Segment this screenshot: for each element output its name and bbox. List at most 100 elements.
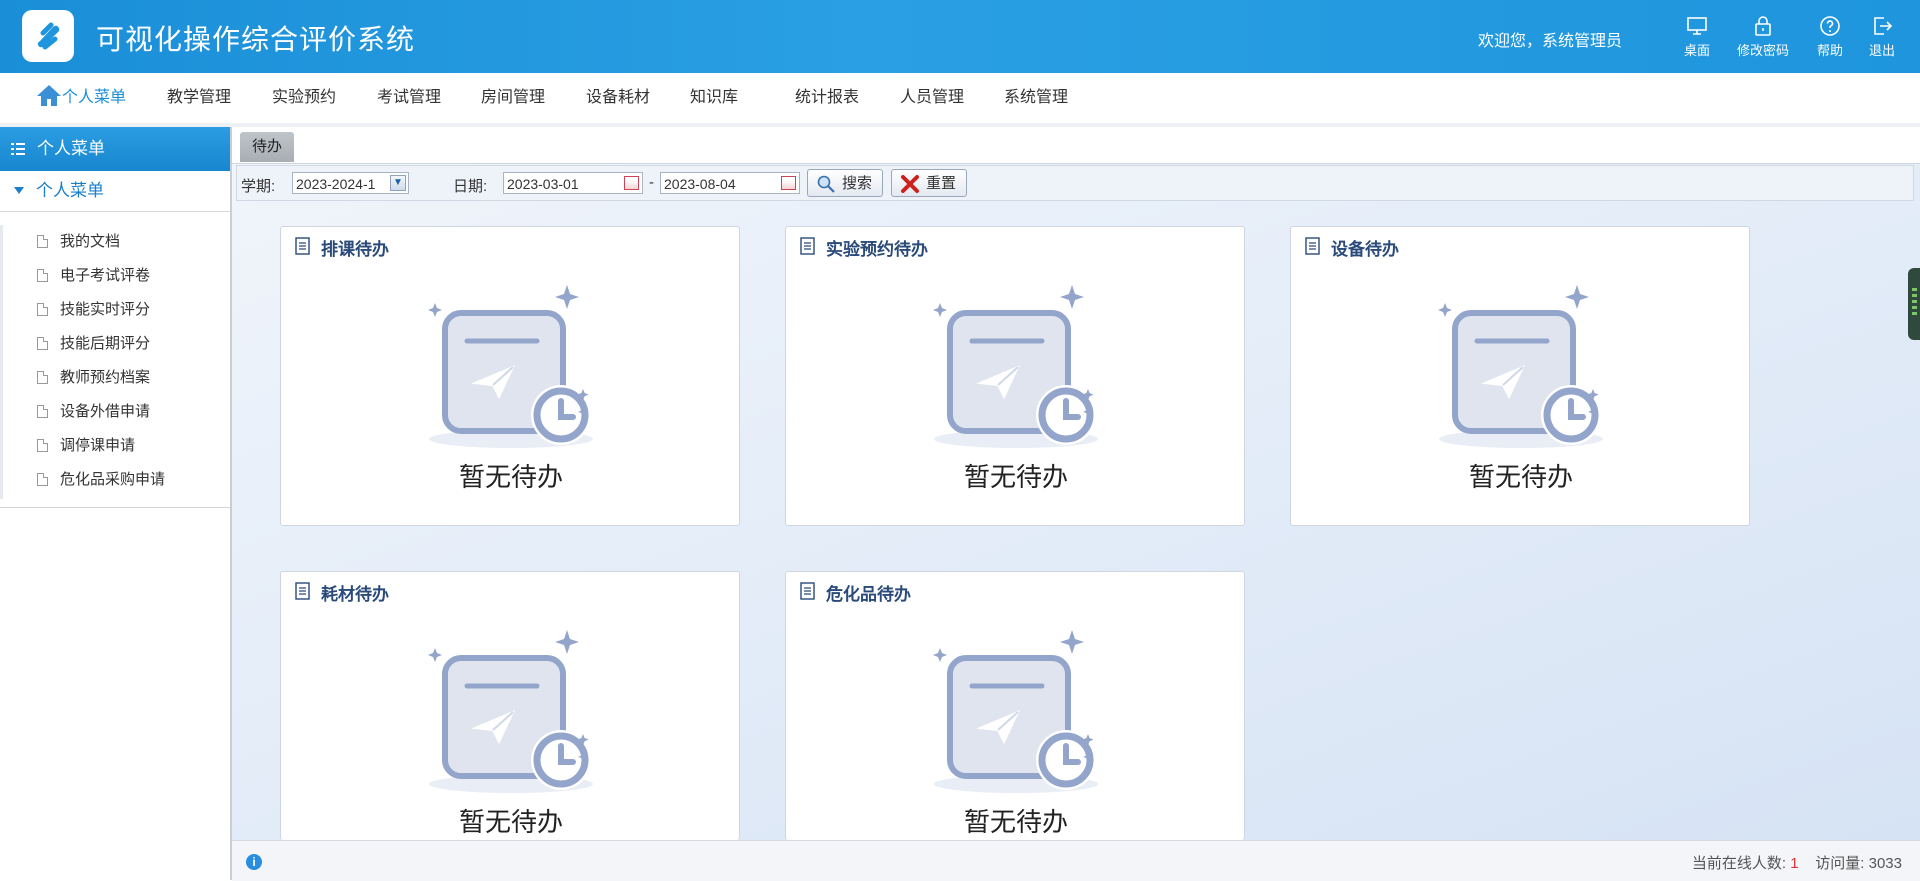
chevron-down-icon[interactable]: ▼ (390, 175, 406, 191)
sidebar-item-equipment-loan[interactable]: 设备外借申请 (0, 395, 230, 429)
empty-todo-icon (916, 277, 1116, 457)
document-icon (37, 371, 48, 384)
nav-item-teaching[interactable]: 教学管理 (167, 73, 231, 123)
info-icon[interactable]: i (246, 854, 262, 870)
sidebar-divider (0, 507, 230, 508)
sidebar-group-label: 个人菜单 (36, 181, 104, 200)
nav-item-reports[interactable]: 统计报表 (795, 73, 859, 123)
desktop-icon (1662, 14, 1732, 40)
visits-count: 3033 (1868, 855, 1902, 872)
sidebar-item-label: 我的文档 (60, 233, 121, 250)
caret-down-icon (14, 187, 24, 194)
close-icon (901, 175, 919, 193)
list-icon (11, 143, 25, 155)
sidebar-item-label: 技能实时评分 (60, 301, 151, 318)
sidebar-item-label: 技能后期评分 (60, 335, 151, 352)
logout-button[interactable]: 退出 (1847, 14, 1917, 59)
main-content: 待办 学期: 2023-2024-1 ▼ 日期: 2023-03-01 - 20… (232, 127, 1920, 840)
search-button-label: 搜索 (842, 175, 873, 192)
term-label: 学期: (241, 178, 276, 195)
nav-item-personnel[interactable]: 人员管理 (900, 73, 964, 123)
filter-bar: 学期: 2023-2024-1 ▼ 日期: 2023-03-01 - 2023-… (236, 165, 1914, 201)
nav-item-room[interactable]: 房间管理 (481, 73, 545, 123)
card-title: 排课待办 (321, 240, 389, 259)
document-icon (37, 439, 48, 452)
nav-item-personal-menu[interactable]: 个人菜单 (36, 73, 126, 123)
sidebar-item-exam-grading[interactable]: 电子考试评卷 (0, 259, 230, 293)
document-icon (37, 269, 48, 282)
online-label: 当前在线人数: (1691, 855, 1787, 872)
date-separator: - (649, 174, 654, 191)
nav-item-equipment[interactable]: 设备耗材 (586, 73, 650, 123)
nav-item-exam[interactable]: 考试管理 (377, 73, 441, 123)
sidebar-header-label: 个人菜单 (37, 139, 105, 158)
empty-todo-icon (1421, 277, 1621, 457)
side-widget-handle[interactable] (1908, 268, 1920, 340)
reset-button[interactable]: 重置 (891, 169, 968, 197)
search-button[interactable]: 搜索 (807, 169, 884, 197)
sidebar-item-label: 教师预约档案 (60, 369, 151, 386)
date-to-value: 2023-08-04 (664, 176, 736, 192)
sidebar-item-class-change[interactable]: 调停课申请 (0, 429, 230, 463)
sidebar-item-label: 设备外借申请 (60, 403, 151, 420)
term-select[interactable]: 2023-2024-1 ▼ (292, 172, 409, 194)
calendar-icon[interactable] (781, 176, 796, 190)
change-password-button[interactable]: 修改密码 (1728, 14, 1798, 59)
todo-card-consumables: 耗材待办 暂无待办 (280, 571, 740, 840)
sidebar-item-hazmat-purchase[interactable]: 危化品采购申请 (0, 463, 230, 497)
document-icon (295, 237, 310, 255)
todo-card-lab-booking: 实验预约待办 暂无待办 (785, 226, 1245, 526)
document-icon (37, 235, 48, 248)
sidebar-item-post-score[interactable]: 技能后期评分 (0, 327, 230, 361)
app-logo (22, 10, 74, 62)
sidebar-item-realtime-score[interactable]: 技能实时评分 (0, 293, 230, 327)
tab-todo[interactable]: 待办 (240, 132, 295, 162)
document-icon (37, 337, 48, 350)
help-label: 帮助 (1816, 43, 1843, 58)
date-label: 日期: (453, 178, 488, 195)
document-icon (1305, 237, 1320, 255)
sidebar: 个人菜单 个人菜单 我的文档 电子考试评卷 技能实时评分 技能后期评分 教师预约… (0, 127, 232, 880)
reset-button-label: 重置 (926, 175, 957, 192)
calendar-icon[interactable] (624, 176, 639, 190)
home-icon (37, 85, 61, 106)
nav-label: 个人菜单 (62, 89, 127, 106)
todo-card-equipment: 设备待办 暂无待办 (1290, 226, 1750, 526)
nav-item-knowledge[interactable]: 知识库 (690, 73, 738, 123)
card-title: 实验预约待办 (826, 240, 928, 259)
top-nav: 个人菜单 教学管理 实验预约 考试管理 房间管理 设备耗材 知识库 统计报表 人… (0, 73, 1920, 124)
sidebar-header[interactable]: 个人菜单 (0, 127, 230, 171)
desktop-label: 桌面 (1683, 43, 1710, 58)
app-header: 可视化操作综合评价系统 欢迎您，系统管理员 桌面 修改密码 帮助 退出 (0, 0, 1920, 73)
sidebar-item-label: 危化品采购申请 (60, 471, 166, 488)
card-title: 危化品待办 (826, 585, 911, 604)
empty-message: 暂无待办 (963, 462, 1068, 492)
nav-item-lab-booking[interactable]: 实验预约 (272, 73, 336, 123)
sidebar-group-toggle[interactable]: 个人菜单 (0, 171, 230, 212)
tab-bar: 待办 (232, 127, 1920, 164)
date-from-input[interactable]: 2023-03-01 (503, 172, 643, 194)
app-title: 可视化操作综合评价系统 (96, 24, 416, 55)
empty-todo-icon (411, 277, 611, 457)
date-to-input[interactable]: 2023-08-04 (660, 172, 800, 194)
sidebar-item-teacher-booking[interactable]: 教师预约档案 (0, 361, 230, 395)
term-select-value: 2023-2024-1 (296, 176, 376, 192)
status-stats: 当前在线人数: 1 访问量: 3033 (1692, 852, 1902, 873)
document-icon (37, 405, 48, 418)
card-title: 设备待办 (1331, 240, 1399, 259)
sidebar-list: 我的文档 电子考试评卷 技能实时评分 技能后期评分 教师预约档案 设备外借申请 … (0, 225, 230, 497)
desktop-button[interactable]: 桌面 (1662, 14, 1732, 59)
change-password-label: 修改密码 (1736, 43, 1789, 58)
document-icon (37, 303, 48, 316)
card-title: 耗材待办 (321, 585, 389, 604)
document-icon (800, 582, 815, 600)
document-icon (800, 237, 815, 255)
nav-item-system[interactable]: 系统管理 (1004, 73, 1068, 123)
logout-icon (1847, 14, 1917, 40)
logout-label: 退出 (1868, 43, 1895, 58)
document-icon (37, 473, 48, 486)
date-from-value: 2023-03-01 (507, 176, 579, 192)
todo-card-scheduling: 排课待办 暂无待办 (280, 226, 740, 526)
empty-message: 暂无待办 (1468, 462, 1573, 492)
sidebar-item-my-docs[interactable]: 我的文档 (0, 225, 230, 259)
